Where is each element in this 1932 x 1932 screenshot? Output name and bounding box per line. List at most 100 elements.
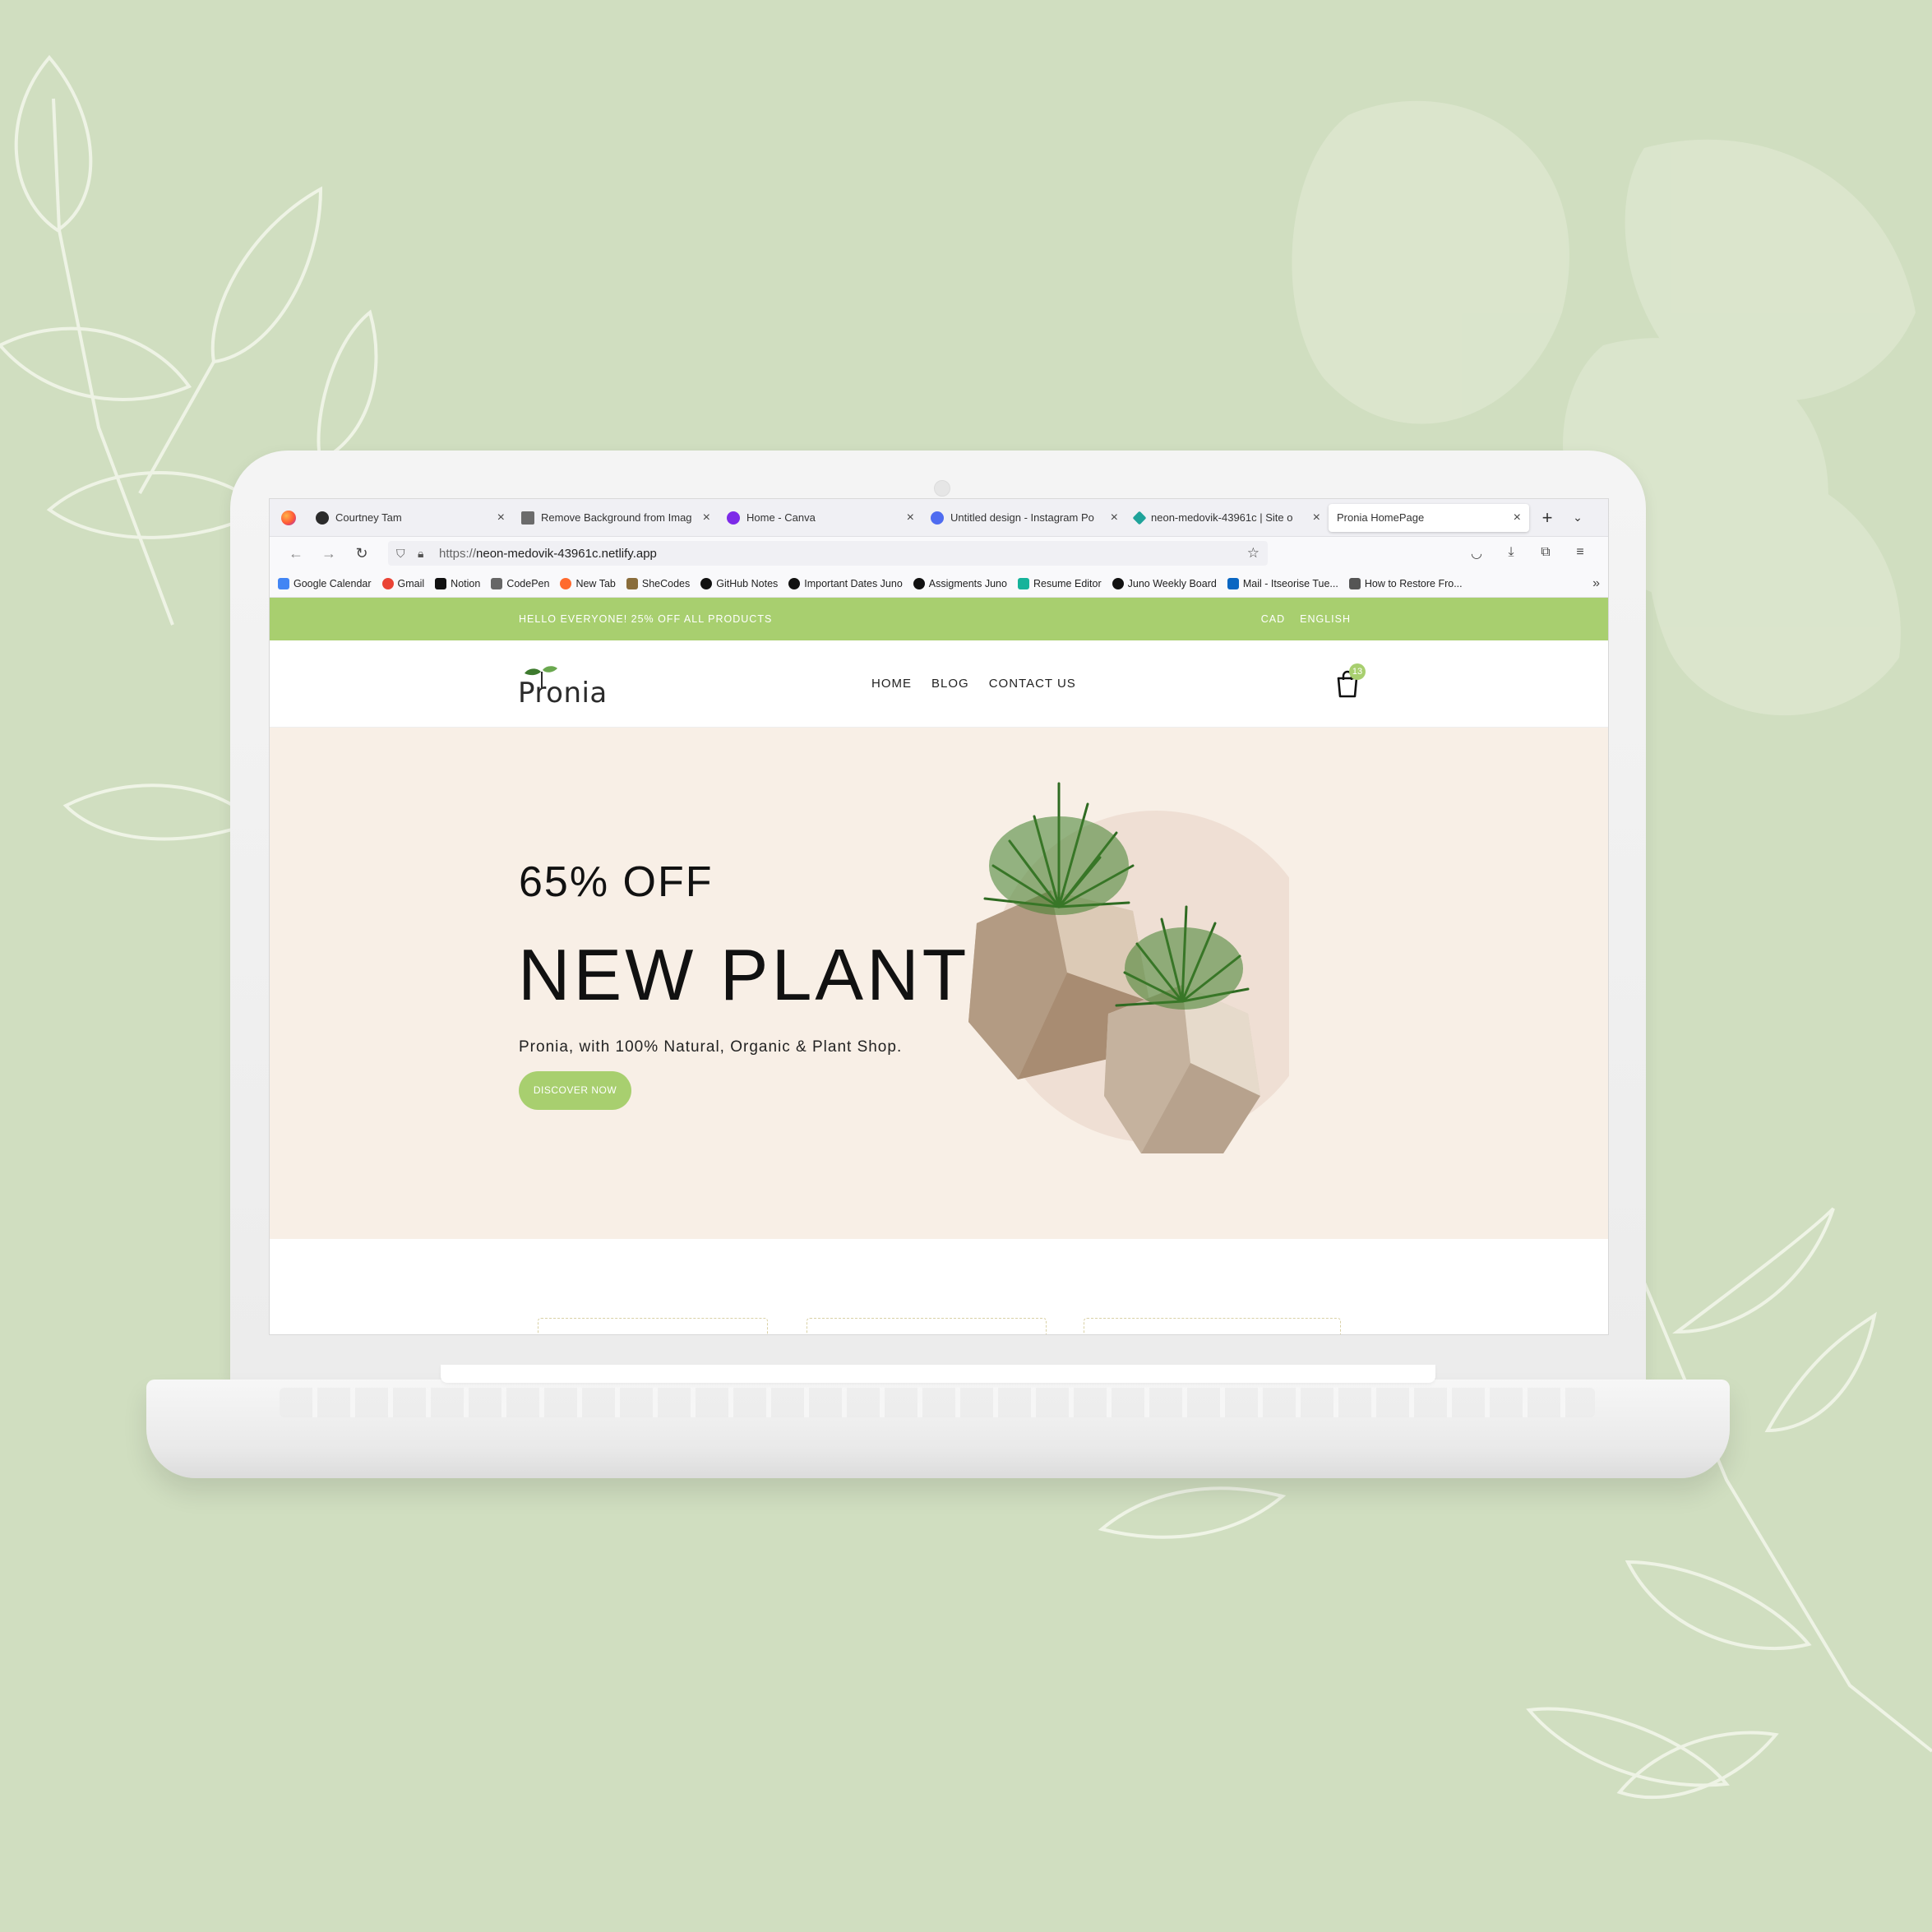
netlify-favicon-icon xyxy=(1132,511,1147,525)
github-icon xyxy=(913,577,925,589)
cart-count-badge: 13 xyxy=(1349,663,1366,680)
bookmark-item[interactable]: Gmail xyxy=(381,577,425,589)
bookmark-label: SheCodes xyxy=(641,577,691,589)
forward-arrow-icon[interactable]: → xyxy=(312,545,345,562)
tab-remove-background[interactable]: Remove Background from Imag × xyxy=(513,504,719,532)
bookmark-item[interactable]: Assigments Juno xyxy=(913,577,1007,589)
google-calendar-icon xyxy=(278,577,289,589)
language-selector[interactable]: ENGLISH xyxy=(1300,613,1351,625)
url-host: neon-medovik-43961c.netlify.app xyxy=(476,546,657,561)
close-icon[interactable]: × xyxy=(703,511,710,525)
outlook-icon xyxy=(1227,577,1239,589)
close-icon[interactable]: × xyxy=(907,511,914,525)
remove-bg-favicon-icon xyxy=(521,511,534,525)
bookmark-item[interactable]: GitHub Notes xyxy=(700,577,779,589)
lock-icon[interactable]: 🔒︎ xyxy=(418,547,439,561)
tab-label: Pronia HomePage xyxy=(1337,511,1425,524)
pocket-icon[interactable]: ◡ xyxy=(1467,545,1486,562)
webcam xyxy=(934,480,950,497)
bookmark-label: Resume Editor xyxy=(1033,577,1102,589)
laptop-hinge xyxy=(441,1365,1435,1383)
list-all-tabs-chevron-icon[interactable]: ⌄ xyxy=(1565,511,1590,525)
menu-home[interactable]: HOME xyxy=(871,677,912,691)
menu-contact-us[interactable]: CONTACT US xyxy=(989,677,1076,691)
laptop-screen: Courtney Tam × Remove Background from Im… xyxy=(269,498,1609,1335)
new-tab-plus-icon[interactable]: + xyxy=(1529,507,1565,529)
more-bookmarks-chevron-icon[interactable]: » xyxy=(1592,576,1600,591)
bookmark-label: Mail - Itseorise Tue... xyxy=(1242,577,1338,589)
feature-card xyxy=(538,1318,768,1334)
hero-subtitle: Pronia, with 100% Natural, Organic & Pla… xyxy=(519,1038,903,1056)
close-icon[interactable]: × xyxy=(1514,511,1521,525)
tab-untitled-design[interactable]: Untitled design - Instagram Po × xyxy=(922,504,1126,532)
tab-label: Remove Background from Imag xyxy=(541,511,692,524)
home-icon xyxy=(1348,577,1361,589)
bookmark-label: CodePen xyxy=(506,577,550,589)
bookmark-label: Juno Weekly Board xyxy=(1127,577,1217,589)
github-icon xyxy=(700,577,713,589)
bookmark-item[interactable]: How to Restore Fro... xyxy=(1348,577,1463,589)
bookmark-label: GitHub Notes xyxy=(716,577,779,589)
bookmark-label: Notion xyxy=(451,577,481,589)
bookmark-item[interactable]: SheCodes xyxy=(626,577,691,589)
bookmark-label: Important Dates Juno xyxy=(804,577,903,589)
courtney-favicon-icon xyxy=(316,511,329,525)
bookmarks-toolbar: Google Calendar Gmail Notion CodePen New Tab… xyxy=(270,570,1608,598)
announcement-text: HELLO EVERYONE! 25% OFF ALL PRODUCTS xyxy=(519,613,773,625)
hero-title: NEW PLANT xyxy=(518,934,970,1015)
tab-home-canva[interactable]: Home - Canva × xyxy=(719,504,922,532)
bookmark-item[interactable]: Resume Editor xyxy=(1017,577,1102,589)
bookmark-label: Assigments Juno xyxy=(928,577,1007,589)
menu-hamburger-icon[interactable]: ≡ xyxy=(1570,545,1590,562)
logo-text[interactable]: Pronia xyxy=(518,677,608,709)
resume-editor-icon xyxy=(1017,577,1029,589)
currency-selector[interactable]: CAD xyxy=(1261,613,1285,625)
tab-pronia-homepage[interactable]: Pronia HomePage × xyxy=(1329,503,1529,532)
announcement-bar: HELLO EVERYONE! 25% OFF ALL PRODUCTS CAD… xyxy=(270,598,1608,640)
menu-blog[interactable]: BLOG xyxy=(931,677,969,691)
laptop-keyboard xyxy=(280,1388,1595,1417)
shecodes-icon xyxy=(626,577,638,589)
bookmark-label: Gmail xyxy=(397,577,425,589)
tab-label: Home - Canva xyxy=(746,511,816,524)
web-page: HELLO EVERYONE! 25% OFF ALL PRODUCTS CAD… xyxy=(270,598,1608,1334)
features-section xyxy=(270,1239,1608,1334)
back-arrow-icon[interactable]: ← xyxy=(280,545,312,562)
canva-favicon-icon xyxy=(931,511,944,525)
bookmark-star-icon[interactable]: ☆ xyxy=(1247,545,1259,562)
url-text[interactable]: https://neon-medovik-43961c.netlify.app xyxy=(439,547,1247,561)
firefox-view-icon[interactable] xyxy=(270,499,307,537)
reload-icon[interactable]: ↻ xyxy=(345,545,378,562)
browser-nav-bar: ← → ↻ ⛉ 🔒︎ https://neon-medovik-43961c.n… xyxy=(270,537,1608,570)
bookmark-item[interactable]: Important Dates Juno xyxy=(788,577,903,589)
bookmark-item[interactable]: Notion xyxy=(435,577,481,589)
bookmark-label: New Tab xyxy=(575,577,616,589)
download-icon[interactable]: ⤓ xyxy=(1501,545,1521,562)
firefox-icon xyxy=(560,577,572,589)
close-icon[interactable]: × xyxy=(497,511,505,525)
close-icon[interactable]: × xyxy=(1111,511,1118,525)
bookmark-item[interactable]: Mail - Itseorise Tue... xyxy=(1227,577,1338,589)
discover-now-button[interactable]: DISCOVER NOW xyxy=(519,1071,631,1110)
url-scheme: https:// xyxy=(439,546,477,561)
toolbar-icons: ◡ ⤓ ⧉ ≡ xyxy=(1467,545,1598,562)
browser-tab-bar: Courtney Tam × Remove Background from Im… xyxy=(270,499,1608,537)
tab-netlify-site[interactable]: neon-medovik-43961c | Site o × xyxy=(1126,504,1329,532)
feature-card xyxy=(807,1318,1047,1334)
tab-label: neon-medovik-43961c | Site o xyxy=(1151,511,1293,524)
bookmark-item[interactable]: New Tab xyxy=(560,577,616,589)
bookmark-item[interactable]: Juno Weekly Board xyxy=(1112,577,1217,589)
tab-courtney-tam[interactable]: Courtney Tam × xyxy=(307,504,513,532)
close-icon[interactable]: × xyxy=(1313,511,1320,525)
canva-favicon-icon xyxy=(727,511,740,525)
bookmark-item[interactable]: Google Calendar xyxy=(278,577,372,589)
address-bar[interactable]: ⛉ 🔒︎ https://neon-medovik-43961c.netlify… xyxy=(388,541,1268,566)
bookmark-item[interactable]: CodePen xyxy=(491,577,550,589)
bookmark-label: Google Calendar xyxy=(293,577,372,589)
extensions-icon[interactable]: ⧉ xyxy=(1536,545,1555,562)
google-icon xyxy=(381,577,394,589)
shield-icon[interactable]: ⛉ xyxy=(396,547,418,561)
codepen-icon xyxy=(491,577,503,589)
potted-plants-image xyxy=(968,782,1289,1153)
tab-label: Untitled design - Instagram Po xyxy=(950,511,1094,524)
